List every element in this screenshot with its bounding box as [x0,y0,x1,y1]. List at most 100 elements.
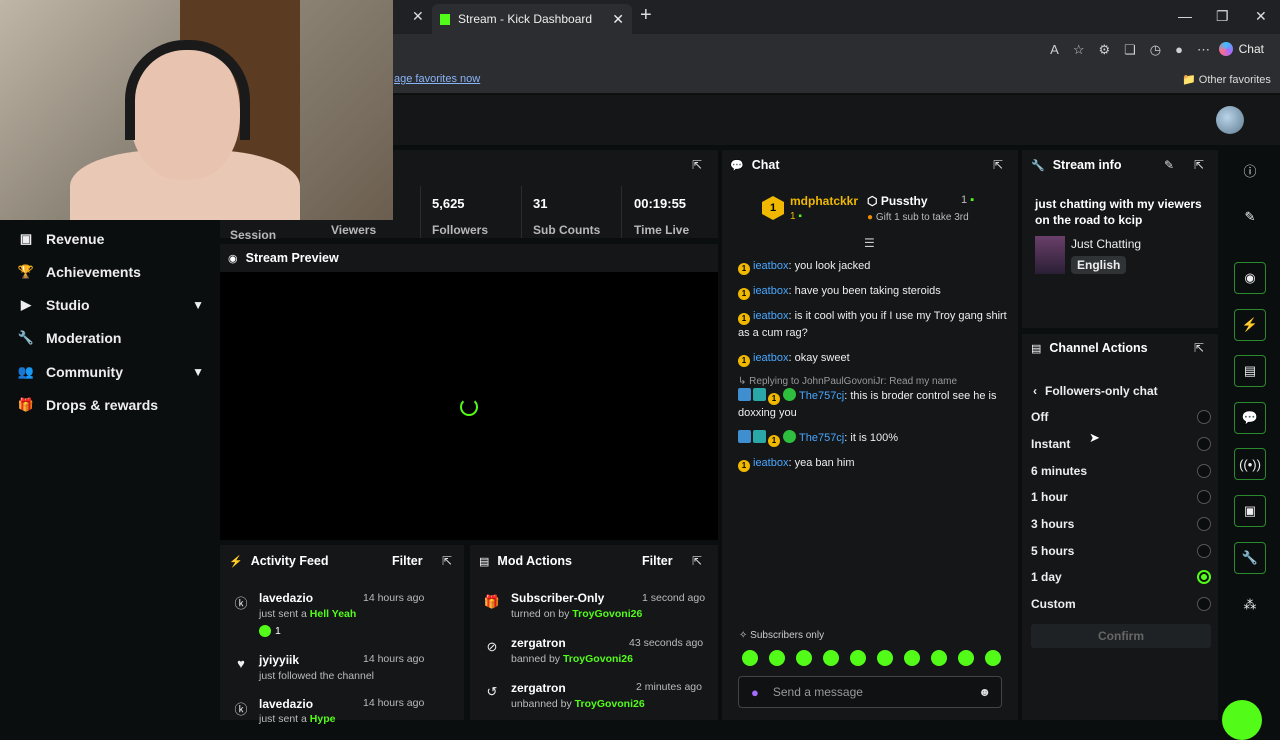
activity-time: 14 hours ago [363,592,425,604]
emote-icon[interactable] [769,650,785,666]
category-name[interactable]: Just Chatting [1071,237,1141,251]
popout-icon[interactable]: ⇱ [1194,341,1204,355]
preview-toggle-icon[interactable]: ◉ [1234,262,1266,294]
back-button[interactable]: ‹ Followers-only chat [1033,384,1158,398]
mouse-cursor-icon: ➤ [1089,430,1100,445]
heart-icon: ♥ [237,655,245,671]
activity-time: 14 hours ago [363,697,425,709]
sidebar-item-achievements[interactable]: 🏆 Achievements [18,264,204,280]
activity-name[interactable]: lavedazio [259,697,313,711]
collections-icon[interactable]: ❏ [1124,42,1136,58]
sidebar-item-revenue[interactable]: ▣ Revenue [18,231,204,247]
maximize-icon[interactable]: ❐ [1216,8,1229,25]
log-icon[interactable]: ▤ [1234,355,1266,387]
emoji-icon[interactable]: ☻ [978,685,991,699]
viewers-label: Viewers [331,223,377,237]
user-avatar[interactable] [1216,106,1244,134]
divider [621,186,622,238]
kicks-icon [259,625,271,637]
divider [521,186,522,238]
mod-action-name[interactable]: zergatron [511,681,566,695]
minimize-icon[interactable]: — [1178,8,1192,24]
activity-name[interactable]: jyiyyiik [259,653,299,667]
sidebar-item-drops[interactable]: 🎁 Drops & rewards [18,397,204,413]
broadcast-icon[interactable]: ((•)) [1234,448,1266,480]
close-tab-icon[interactable]: ✕ [612,11,624,28]
emote-icon[interactable] [742,650,758,666]
popout-icon[interactable]: ⇱ [1194,158,1204,172]
emote-icon[interactable] [850,650,866,666]
bolt-icon[interactable]: ⚡ [1234,309,1266,341]
help-bubble-icon[interactable] [1222,700,1262,740]
confirm-button[interactable]: Confirm [1031,624,1211,648]
other-favorites-folder[interactable]: 📁 Other favorites [1182,73,1271,86]
chat-bubble-icon[interactable]: 💬 [1234,402,1266,434]
tab-title: Stream - Kick Dashboard [458,12,593,26]
gift-icon: 🎁 [17,397,35,412]
favorite-star-icon[interactable]: ☆ [1073,42,1085,58]
option-3-hours[interactable]: 3 hours [1031,517,1211,531]
copilot-chat-button[interactable]: Chat [1218,42,1264,56]
chat-header: 💬 Chat [730,158,780,172]
popout-icon[interactable]: ⇱ [692,554,702,568]
emote-icon[interactable] [796,650,812,666]
wrench-icon[interactable]: 🔧 [1234,542,1266,574]
option-6-minutes[interactable]: 6 minutes [1031,464,1211,478]
mod-filter-button[interactable]: Filter [642,554,673,568]
activity-detail: just sent a Hype [259,713,336,725]
option-custom[interactable]: Custom [1031,597,1211,611]
option-1-hour[interactable]: 1 hour [1031,490,1211,504]
popout-icon[interactable]: ⇱ [442,554,452,568]
emote-icon[interactable] [904,650,920,666]
browser-tab-active[interactable]: Stream - Kick Dashboard ✕ [432,4,632,34]
radio-button [1197,464,1211,478]
profile-icon[interactable]: ● [1175,42,1183,58]
emote-icon[interactable] [931,650,947,666]
actions-icon[interactable]: ▣ [1234,495,1266,527]
option-instant[interactable]: Instant [1031,437,1211,451]
activity-name[interactable]: lavedazio [259,591,313,605]
mod-action-name[interactable]: zergatron [511,636,566,650]
chevron-down-icon: ▼ [192,365,204,379]
mod-action-name[interactable]: Subscriber-Only [511,591,604,605]
history-icon[interactable]: ◷ [1150,42,1161,58]
option-off[interactable]: Off [1031,410,1211,424]
sidebar-item-studio[interactable]: ▶ Studio ▼ [18,297,204,313]
edit-icon[interactable]: ✎ [1164,158,1174,172]
sidebar-item-community[interactable]: 👥 Community ▼ [18,364,204,380]
activity-filter-button[interactable]: Filter [392,554,423,568]
read-aloud-icon[interactable]: A [1050,42,1059,58]
popout-icon[interactable]: ⇱ [993,158,1003,172]
more-menu-icon[interactable]: ⋯ [1197,42,1210,58]
expand-pinned-icon[interactable]: ☰ [864,236,875,250]
chat-message-input[interactable]: ● Send a message ☻ [738,676,1002,708]
info-icon[interactable]: ⓘ [1234,154,1266,186]
top-gifter-count: 1 ▪ [790,211,802,222]
option-5-hours[interactable]: 5 hours [1031,544,1211,558]
emote-icon[interactable] [958,650,974,666]
second-gifter-name[interactable]: ⬡ Pussthy [867,194,928,208]
radio-button [1197,490,1211,504]
option-1-day[interactable]: 1 day [1031,570,1211,584]
extensions-icon[interactable]: ⚙ [1098,42,1110,58]
close-tab-icon[interactable]: ✕ [412,8,424,25]
new-tab-icon[interactable]: + [640,4,652,27]
emote-icon[interactable] [985,650,1001,666]
window-close-icon[interactable]: ✕ [1255,8,1267,25]
mod-action-detail: unbanned by TroyGovoni26 [511,698,645,710]
edit-icon[interactable]: ✎ [1234,201,1266,233]
kick-icon: ⓚ [234,595,248,611]
emote-bar [742,650,1001,666]
manage-favorites-link[interactable]: age favorites now [394,73,480,85]
top-gifter-name[interactable]: mdphatckkr [790,194,858,208]
apps-icon[interactable]: ⁂ [1234,589,1266,621]
chat-bubble-icon: 💬 [730,159,744,172]
camera-icon: ▶ [21,297,31,312]
people-icon: 👥 [17,364,35,379]
emote-icon[interactable] [877,650,893,666]
emote-icon[interactable] [823,650,839,666]
microphone-icon[interactable]: ● [751,685,759,700]
sidebar-item-moderation[interactable]: 🔧 Moderation [18,330,204,346]
popout-icon[interactable]: ⇱ [692,158,702,172]
undo-icon: ↺ [486,684,498,699]
